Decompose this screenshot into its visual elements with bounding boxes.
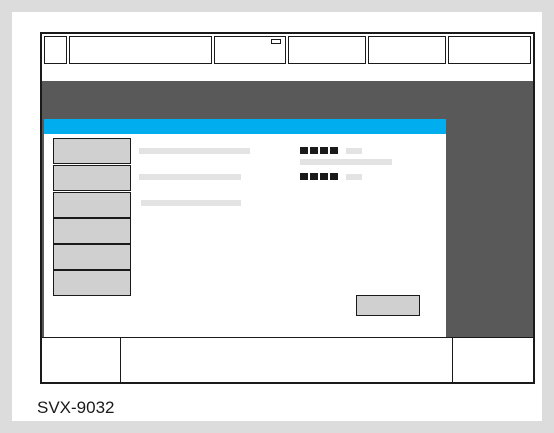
mask-block: [310, 173, 318, 180]
text-placeholder-line: [141, 200, 241, 206]
menu-button-1[interactable]: [53, 138, 131, 164]
toolbar-cell-3[interactable]: [214, 36, 286, 64]
top-toolbar: [44, 36, 531, 64]
work-area: [42, 81, 533, 337]
toolbar-cell-5[interactable]: [368, 36, 446, 64]
mask-block: [330, 173, 338, 180]
figure-caption: SVX-9032: [37, 398, 115, 417]
bottom-divider: [452, 338, 453, 382]
menu-button-6[interactable]: [53, 270, 131, 296]
dialog-window: [44, 119, 446, 337]
menu-button-5[interactable]: [53, 244, 131, 270]
text-placeholder-line: [139, 148, 250, 154]
mask-block: [320, 147, 328, 154]
mask-block: [330, 147, 338, 154]
device-screen: [40, 32, 535, 384]
mask-block: [310, 147, 318, 154]
toolbar-cell-2[interactable]: [69, 36, 212, 64]
toolbar-cell-4[interactable]: [288, 36, 366, 64]
masked-value-field: [300, 173, 338, 180]
bottom-divider: [120, 338, 121, 382]
toolbar-cell-1[interactable]: [44, 36, 67, 64]
dialog-title-bar[interactable]: [44, 119, 446, 134]
unit-placeholder: [346, 174, 362, 180]
mask-block: [320, 173, 328, 180]
mask-block: [300, 147, 308, 154]
text-placeholder-line: [300, 159, 392, 165]
figure-panel: SVX-9032: [12, 12, 542, 421]
indicator-icon: [271, 39, 281, 44]
text-placeholder-line: [139, 174, 241, 180]
bottom-status-bar: [42, 337, 533, 382]
masked-value-field: [300, 147, 338, 154]
mask-block: [300, 173, 308, 180]
confirm-button[interactable]: [356, 295, 420, 316]
menu-button-4[interactable]: [53, 218, 131, 244]
unit-placeholder: [346, 148, 362, 154]
toolbar-cell-6[interactable]: [448, 36, 531, 64]
menu-button-3[interactable]: [53, 192, 131, 218]
menu-button-2[interactable]: [53, 165, 131, 191]
